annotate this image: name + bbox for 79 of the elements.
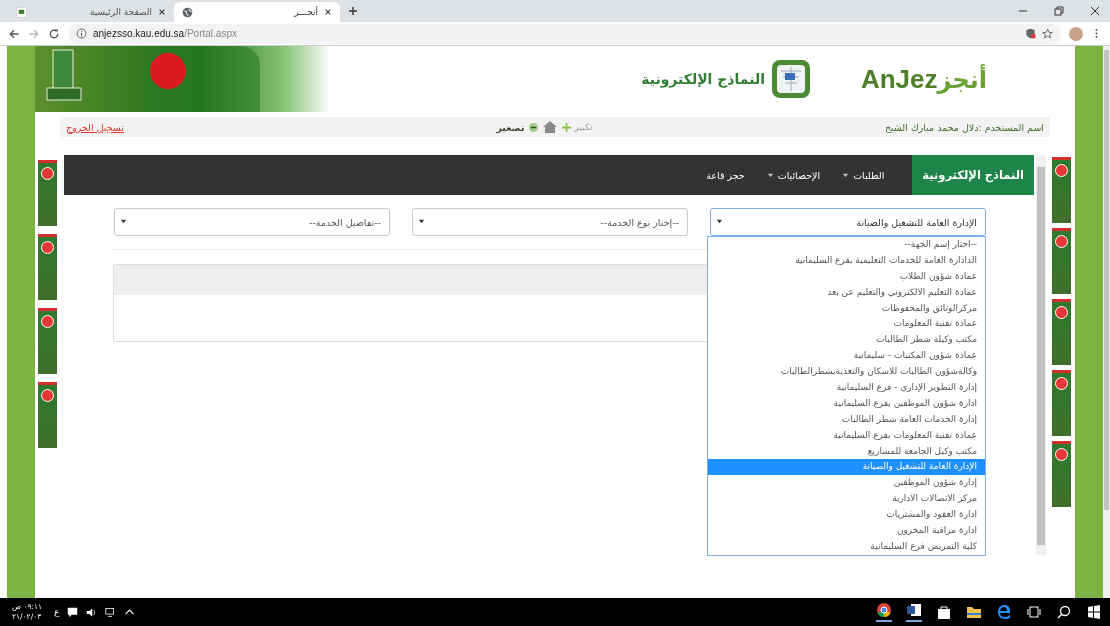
zoom-out-link[interactable]: تصغير [496, 121, 525, 133]
side-banner[interactable] [1052, 157, 1071, 223]
dropdown-option[interactable]: ادارة مراقبة المخزون [708, 523, 985, 539]
task-view-icon[interactable] [1026, 604, 1042, 620]
select-field[interactable]: الإدارة العامة للتشغيل والصيانة [710, 208, 986, 236]
globe-icon [182, 6, 193, 18]
language-indicator[interactable]: ع [54, 607, 60, 617]
browser-e-icon[interactable] [996, 604, 1012, 620]
side-banner[interactable] [38, 234, 57, 300]
dropdown-option[interactable]: إدارة التطوير الإداري - فرع السليمانية [708, 380, 985, 396]
scrollbar[interactable] [1103, 46, 1110, 598]
tab-title: أنجـــز [293, 7, 319, 17]
select-field[interactable]: --تفاصيل الخدمة-- [114, 208, 390, 236]
dropdown-option[interactable]: الدادارة العامة للخدمات التعليمية بفرع السليمانية [708, 252, 985, 269]
minus-icon[interactable] [528, 122, 538, 132]
restore-icon[interactable] [1054, 6, 1064, 16]
dropdown-option[interactable]: مكتب وكيلة شطر الطالبات [708, 332, 985, 349]
browser-tab[interactable]: أنجـــز [174, 2, 340, 22]
logout-link[interactable]: تسجيل الخروج [66, 121, 124, 133]
chrome-icon[interactable] [876, 602, 892, 622]
reload-icon[interactable] [48, 27, 60, 40]
app-title: النماذج الإلكترونية [641, 71, 765, 87]
volume-icon[interactable] [86, 606, 98, 618]
select-field[interactable]: --إختار نوع الخدمة-- [412, 208, 688, 236]
side-banner[interactable] [38, 160, 57, 226]
caret-icon[interactable] [716, 218, 723, 225]
url-text: anjezsso.kau.edu.sa/Portal.aspx [93, 28, 237, 39]
close-icon[interactable] [1090, 6, 1100, 16]
dropdown-option[interactable]: كلية التمريض فرع السليمانية [708, 538, 985, 555]
document-icon[interactable] [906, 602, 922, 622]
side-banner[interactable] [38, 382, 57, 448]
dropdown-option[interactable]: إدارة شؤون الموظفين [708, 475, 985, 492]
dropdown-option[interactable]: ادارة العقود والمشتريات [708, 507, 985, 524]
user-name: اسم المستخدم :دلال محمد مبارك الشيخ [884, 121, 1044, 133]
nav-menu-item[interactable]: حجز قاعة [706, 169, 745, 181]
bag-icon[interactable] [936, 604, 952, 620]
caret-icon[interactable] [120, 218, 127, 225]
nav-menu-item[interactable]: الإحصائيات [766, 169, 821, 181]
side-banner[interactable] [38, 308, 57, 374]
dropdown-option[interactable]: --اختار إسم الجهة-- [708, 237, 985, 253]
dropdown-option[interactable]: مكتب وكيل الجامعة للمشاريع [708, 443, 985, 460]
scrollbar[interactable] [1036, 155, 1046, 555]
side-banner[interactable] [1052, 441, 1071, 507]
caret-icon[interactable] [766, 171, 774, 179]
star-icon[interactable] [1042, 28, 1053, 39]
nav-title[interactable]: النماذج الإلكترونية [912, 155, 1034, 195]
new-tab-icon[interactable] [348, 6, 358, 16]
dropdown-option[interactable]: إدارة الخدمات العامة شطر الطالبات [708, 411, 985, 428]
dropdown-option[interactable]: وكالةشؤون الطالبات للاسكان والتغذيةبشطرالطالبات [708, 364, 985, 380]
side-banner[interactable] [1052, 299, 1071, 365]
dropdown-option[interactable]: عمادة تقنية المعلومات بفرع السليمانية [708, 427, 985, 444]
dropdown-option[interactable]: عمادة شؤون الطلاب [708, 268, 985, 285]
close-icon[interactable] [324, 8, 332, 16]
shield-icon[interactable] [1025, 28, 1036, 39]
notification-icon[interactable] [67, 606, 79, 618]
dropdown-option[interactable]: عمادة شؤون المكتبات - سليمانية [708, 348, 985, 365]
tab-title: الصفحة الرئيسية [88, 7, 153, 17]
forms-app-icon [770, 59, 811, 99]
side-banner[interactable] [1052, 370, 1071, 436]
side-banner[interactable] [1052, 228, 1071, 294]
dropdown-option[interactable]: عمادة تقنية المعلومات [708, 316, 985, 333]
caret-icon[interactable] [842, 171, 850, 179]
back-icon[interactable] [8, 27, 20, 40]
dropdown-option[interactable]: ادارة شؤون الموظفين بفرع السليمانية [708, 395, 985, 412]
dropdown-option[interactable]: مركز الاتصالات الادارية [708, 491, 985, 508]
search-icon[interactable] [1056, 604, 1072, 620]
dropdown-option[interactable]: مركزالوثائق والمحفوظات [708, 300, 985, 317]
network-icon[interactable] [105, 606, 117, 618]
browser-tab[interactable]: الصفحة الرئيسية [8, 2, 174, 22]
nav-menu-item[interactable]: الطلبات [842, 169, 885, 181]
info-icon[interactable] [76, 28, 87, 39]
caret-icon[interactable] [418, 218, 425, 225]
folder-icon[interactable] [966, 604, 982, 620]
dropdown-option[interactable]: عمادة التعليم الالكتروني والتعليم عن بعد [708, 284, 985, 301]
close-icon[interactable] [158, 8, 166, 16]
windows-start-icon[interactable] [1086, 604, 1102, 620]
favicon-icon [16, 6, 27, 18]
home-icon[interactable] [541, 120, 558, 134]
address-field[interactable]: anjezsso.kau.edu.sa/Portal.aspx [68, 23, 1061, 44]
